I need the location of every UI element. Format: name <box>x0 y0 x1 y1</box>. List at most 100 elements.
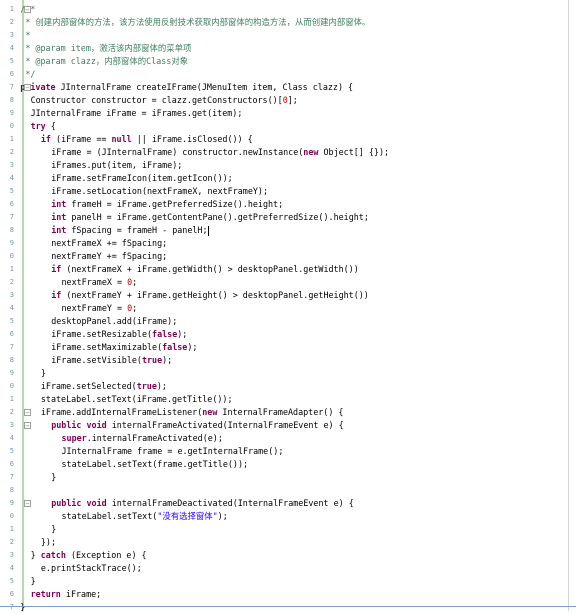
code-line[interactable]: nextFrameX += fSpacing; <box>51 237 167 250</box>
code-token: JInternalFrame createIFrame(JMenuItem it… <box>55 82 354 92</box>
line-number: 9 <box>9 109 14 117</box>
code-token: ); <box>187 342 198 352</box>
code-line[interactable]: int panelH = iFrame.getContentPane().get… <box>51 211 369 224</box>
code-line[interactable]: * <box>20 29 30 42</box>
code-line[interactable]: e.printStackTrace(); <box>41 562 142 575</box>
line-number: 7 <box>9 213 14 221</box>
code-token: * @param clazz，内部窗体的Class对象 <box>20 56 189 66</box>
code-line[interactable]: if (nextFrameX + iFrame.getWidth() > des… <box>51 263 359 276</box>
code-token: try <box>30 121 46 131</box>
line-number: 6 <box>9 590 14 598</box>
line-number: 2 <box>9 408 14 416</box>
code-line[interactable]: JInternalFrame frame = e.getInternalFram… <box>62 445 284 458</box>
code-line[interactable]: } <box>31 575 36 588</box>
code-token: iFrame = (JInternalFrame) constructor.ne… <box>51 147 304 157</box>
code-line[interactable]: */ <box>20 68 35 81</box>
code-line[interactable]: stateLabel.setText(iFrame.getTitle()); <box>41 393 233 406</box>
code-token: true <box>136 381 157 391</box>
code-line[interactable]: public void internalFrameActivated(Inter… <box>51 419 343 432</box>
code-token: internalFrameActivated(InternalFrameEven… <box>106 420 344 430</box>
code-line[interactable]: int frameH = iFrame.getPreferredSize().h… <box>51 198 283 211</box>
code-line[interactable]: try { <box>31 120 56 133</box>
code-line[interactable]: return iFrame; <box>31 588 102 601</box>
code-line[interactable]: Constructor constructor = clazz.getConst… <box>31 94 298 107</box>
line-number: 3 <box>9 551 14 559</box>
code-line[interactable]: private JInternalFrame createIFrame(JMen… <box>20 81 353 94</box>
code-token: Constructor constructor = clazz.getConst… <box>30 95 283 105</box>
code-line[interactable]: desktopPanel.add(iFrame); <box>51 315 177 328</box>
fold-toggle-icon[interactable]: − <box>24 6 31 14</box>
code-token: iFrame.setSelected( <box>40 381 137 391</box>
code-token: ; <box>132 303 138 313</box>
code-line[interactable]: } <box>41 367 46 380</box>
code-token: (nextFrameY + iFrame.getHeight() > deskt… <box>61 290 369 300</box>
code-line[interactable]: iFrame.setFrameIcon(item.getIcon()); <box>51 172 233 185</box>
code-token: false <box>162 342 188 352</box>
code-line[interactable]: nextFrameX = 0; <box>62 276 138 289</box>
code-line[interactable]: iFrame.setLocation(nextFrameX, nextFrame… <box>51 185 268 198</box>
code-line[interactable]: iFrame.setMaximizable(false); <box>51 341 197 354</box>
code-token: null <box>111 134 132 144</box>
code-token: return <box>30 589 61 599</box>
code-line[interactable]: nextFrameY += fSpacing; <box>51 250 167 263</box>
line-number: 5 <box>9 577 14 585</box>
code-token: stateLabel.setText(iFrame.getTitle()); <box>40 394 233 404</box>
code-line[interactable]: int fSpacing = frameH - panelH; <box>51 224 209 237</box>
code-editor[interactable]: 1 2 3 4 5 6 7 8 9 0 1 2 3 4 5 6 7 8 9 0 1 2 3 4 5 6 7 8 9 0 1 2 3 4 5 6 7 8 9 0… <box>0 0 576 614</box>
line-number: 7 <box>9 603 14 611</box>
fold-toggle-icon[interactable]: − <box>24 500 31 508</box>
line-number: 1 <box>9 395 14 403</box>
line-number: 0 <box>9 512 14 520</box>
code-token: e.printStackTrace(); <box>40 563 142 573</box>
line-number-gutter: 1 2 3 4 5 6 7 8 9 0 1 2 3 4 5 6 7 8 9 0 1 2 3 4 5 6 7 8 9 0 1 2 3 4 5 6 7 8 9 0… <box>0 0 22 611</box>
code-line[interactable]: iFrames.put(item, iFrame); <box>51 159 182 172</box>
line-number: 3 <box>9 161 14 169</box>
fold-toggle-icon[interactable]: − <box>24 422 31 430</box>
code-line[interactable]: stateLabel.setText(frame.getTitle()); <box>62 458 249 471</box>
line-number: 5 <box>9 447 14 455</box>
code-line[interactable]: * 创建内部窗体的方法，该方法使用反射技术获取内部窗体的构造方法，从而创建内部窗… <box>20 16 370 29</box>
line-number: 3 <box>9 291 14 299</box>
line-number: 4 <box>9 174 14 182</box>
fold-toggle-icon[interactable]: − <box>24 84 31 92</box>
code-line[interactable]: iFrame = (JInternalFrame) constructor.ne… <box>51 146 389 159</box>
code-token: (Exception e) { <box>65 550 147 560</box>
code-line[interactable]: * @param item，激活该内部窗体的菜单项 <box>20 42 191 55</box>
code-line[interactable]: JInternalFrame iFrame = iFrames.get(item… <box>31 107 243 120</box>
code-token: .internalFrameActivated(e); <box>86 433 223 443</box>
code-line[interactable]: } catch (Exception e) { <box>31 549 147 562</box>
code-token: stateLabel.setText(frame.getTitle()); <box>61 459 249 469</box>
code-token: if <box>51 290 62 300</box>
line-number: 7 <box>9 343 14 351</box>
code-token: { <box>45 121 56 131</box>
code-line[interactable]: * @param clazz，内部窗体的Class对象 <box>20 55 188 68</box>
code-token: ); <box>162 355 173 365</box>
line-number: 4 <box>9 434 14 442</box>
fold-toggle-icon[interactable]: − <box>24 409 31 417</box>
code-line[interactable]: } <box>51 471 56 484</box>
code-token: * <box>20 30 31 40</box>
code-line[interactable]: iFrame.setResizable(false); <box>51 328 187 341</box>
code-token: iFrames.put(item, iFrame); <box>51 160 183 170</box>
code-token: int <box>51 225 67 235</box>
code-line[interactable]: if (nextFrameY + iFrame.getHeight() > de… <box>51 289 369 302</box>
code-token: } <box>51 524 57 534</box>
code-line[interactable]: iFrame.setSelected(true); <box>41 380 167 393</box>
code-token: internalFrameDeactivated(InternalFrameEv… <box>106 498 354 508</box>
code-line[interactable]: nextFrameY = 0; <box>62 302 138 315</box>
viewport-bottom-edge <box>0 606 576 607</box>
code-line[interactable]: } <box>51 523 56 536</box>
code-line[interactable]: } <box>20 601 25 614</box>
code-token: if <box>51 264 62 274</box>
code-line[interactable]: }); <box>41 536 56 549</box>
code-line[interactable]: super.internalFrameActivated(e); <box>62 432 223 445</box>
code-token: void <box>86 420 107 430</box>
line-number: 1 <box>9 525 14 533</box>
code-line[interactable]: iFrame.addInternalFrameListener(new Inte… <box>41 406 344 419</box>
code-line[interactable]: public void internalFrameDeactivated(Int… <box>51 497 354 510</box>
line-number: 8 <box>9 96 14 104</box>
code-line[interactable]: if (iFrame == null || iFrame.isClosed())… <box>41 133 253 146</box>
line-number: 5 <box>9 187 14 195</box>
code-line[interactable]: stateLabel.setText("没有选择窗体"); <box>62 510 228 523</box>
code-line[interactable]: iFrame.setVisible(true); <box>51 354 172 367</box>
